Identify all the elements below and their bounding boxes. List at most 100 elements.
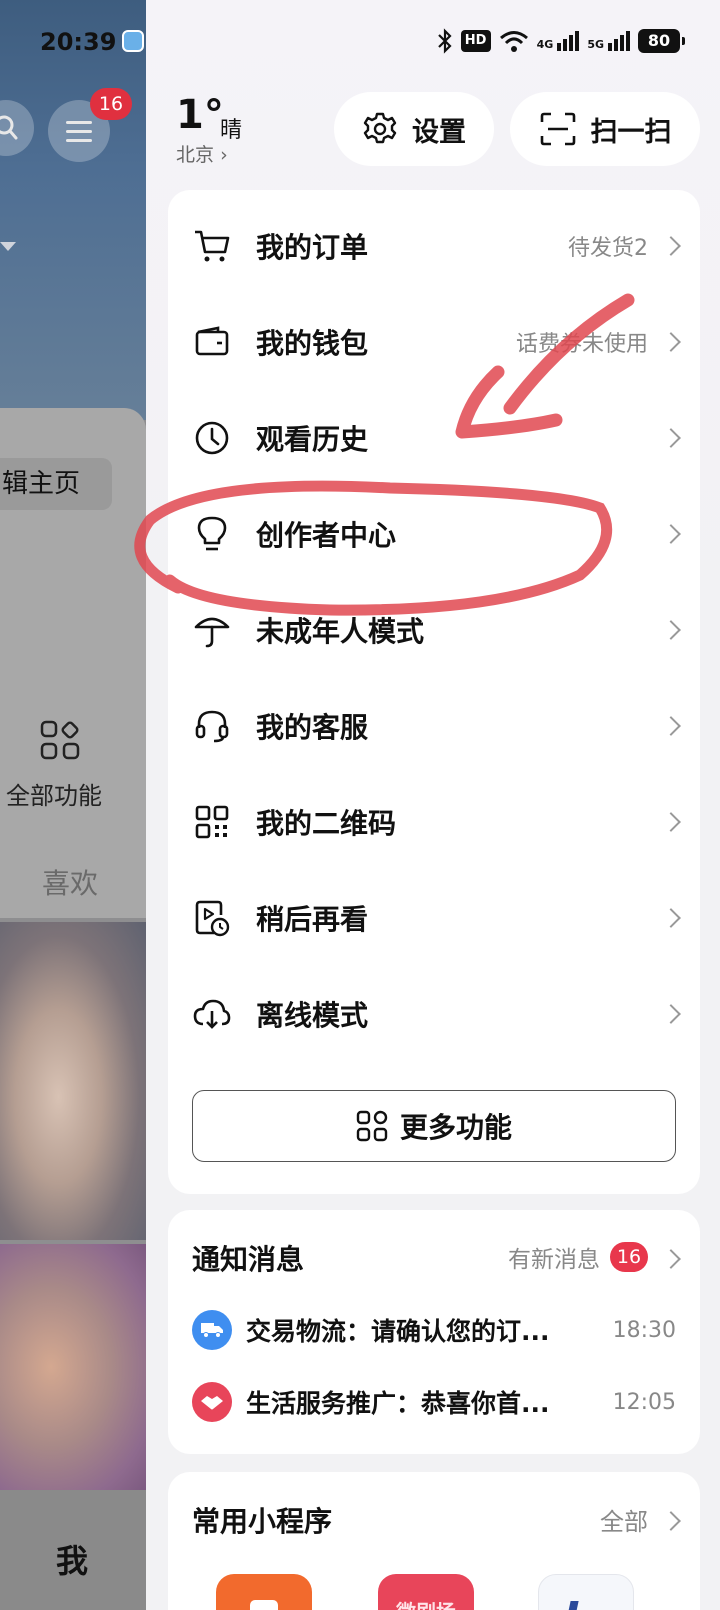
truck-icon (192, 1310, 232, 1350)
grid-icon (40, 720, 80, 764)
scan-label: 扫一扫 (590, 116, 672, 148)
chevron-right-icon (661, 524, 681, 544)
menu-item-customer-service[interactable]: 我的客服 (168, 678, 700, 774)
chevron-right-icon (661, 428, 681, 448)
notification-app-icon (122, 30, 144, 52)
mini-programs-card: 常用小程序 全部 微剧场 (168, 1472, 700, 1610)
notifications-new-link[interactable]: 有新消息 16 (508, 1240, 648, 1274)
status-time: 20:39 (40, 28, 117, 56)
chevron-right-icon: › (220, 144, 228, 166)
notification-text: 交易物流：请确认您的订... (246, 1317, 550, 1346)
settings-button[interactable]: 设置 (334, 92, 494, 166)
notification-item[interactable]: 生活服务推广：恭喜你首... 12:05 (192, 1378, 676, 1426)
bluetooth-icon (437, 28, 452, 54)
weather-condition: 晴 (220, 118, 243, 143)
menu-sub: 待发货2 (568, 236, 648, 261)
handshake-icon (192, 1382, 232, 1422)
lightbulb-icon (192, 514, 232, 554)
scan-icon (540, 112, 575, 146)
more-functions-label: 更多功能 (399, 1111, 512, 1144)
more-functions-button[interactable]: 更多功能 (192, 1090, 676, 1162)
like-tab[interactable]: 喜欢 (42, 862, 98, 902)
menu-item-minor-mode[interactable]: 未成年人模式 (168, 582, 700, 678)
chevron-right-icon (661, 1249, 681, 1269)
side-drawer: HD 4G 5G 80 1° 晴 北京 › 设置 扫一扫 我的订单 待发货2 我… (146, 0, 720, 1610)
menu-label: 观看历史 (256, 423, 369, 456)
mini-app-video[interactable] (216, 1574, 312, 1610)
umbrella-icon (192, 610, 232, 650)
notifications-badge: 16 (610, 1242, 648, 1272)
mini-programs-all-link[interactable]: 全部 (600, 1502, 648, 1537)
net-4g-label: 4G (536, 38, 554, 51)
caret-down-icon (0, 242, 16, 251)
signal-5g-icon: 5G (587, 31, 630, 51)
chevron-right-icon (661, 716, 681, 736)
menu-item-orders[interactable]: 我的订单 待发货2 (168, 198, 700, 294)
menu-item-wallet[interactable]: 我的钱包 话费券未使用 (168, 294, 700, 390)
edit-home-button[interactable]: 辑主页 (0, 458, 112, 510)
baby-photo-1[interactable] (0, 922, 146, 1240)
wallet-icon (192, 322, 232, 362)
wifi-icon (499, 31, 528, 52)
menu-item-history[interactable]: 观看历史 (168, 390, 700, 486)
menu-item-creator-center[interactable]: 创作者中心 (168, 486, 700, 582)
chevron-right-icon (661, 812, 681, 832)
menu-label: 创作者中心 (256, 519, 397, 552)
battery-icon: 80 (638, 29, 685, 53)
me-tab[interactable]: 我 (56, 1536, 88, 1582)
net-5g-label: 5G (587, 38, 604, 51)
menu-label: 我的订单 (256, 231, 369, 264)
weather-widget[interactable]: 1° 晴 北京 › (176, 92, 242, 167)
background-header (0, 0, 146, 420)
search-icon (0, 115, 18, 140)
cart-icon (192, 226, 232, 266)
signal-4g-icon: 4G (537, 31, 580, 51)
mini-app-drama-label: 微剧场 (378, 1596, 474, 1610)
notifications-title: 通知消息 (192, 1243, 305, 1276)
chevron-right-icon (661, 332, 681, 352)
clock-icon (192, 418, 232, 458)
menu-badge: 16 (90, 88, 132, 120)
menu-label: 我的二维码 (256, 807, 397, 840)
play-icon (250, 1600, 278, 1610)
chevron-right-icon (661, 908, 681, 928)
notification-time: 12:05 (612, 1389, 676, 1415)
hd-icon: HD (460, 30, 491, 52)
city-selector[interactable]: 北京 › (176, 140, 228, 167)
status-bar-icons: HD 4G 5G 80 (437, 28, 685, 54)
background-page: 20:39 16 辑主页 全部功能 喜欢 我 (0, 0, 146, 1610)
menu-item-watch-later[interactable]: 稍后再看 (168, 870, 700, 966)
mini-app-third[interactable] (538, 1574, 634, 1610)
new-messages-label: 有新消息 (508, 1247, 600, 1273)
all-functions-label[interactable]: 全部功能 (6, 776, 102, 811)
menu-card: 我的订单 待发货2 我的钱包 话费券未使用 观看历史 创作者中心 未成年人模式 … (168, 190, 700, 1194)
qrcode-icon (192, 802, 232, 842)
chevron-right-icon (661, 1511, 681, 1531)
grid-icon (356, 1110, 388, 1142)
watch-later-icon (192, 898, 232, 938)
gear-icon (363, 112, 397, 144)
menu-icon-line (66, 130, 92, 133)
menu-item-qrcode[interactable]: 我的二维码 (168, 774, 700, 870)
chevron-right-icon (661, 1004, 681, 1024)
notification-text: 生活服务推广：恭喜你首... (246, 1389, 550, 1418)
chevron-right-icon (661, 620, 681, 640)
menu-item-offline-mode[interactable]: 离线模式 (168, 966, 700, 1062)
mini-app-drama[interactable]: 微剧场 (378, 1574, 474, 1610)
menu-label: 稍后再看 (256, 903, 369, 936)
menu-icon (66, 121, 92, 124)
notification-item[interactable]: 交易物流：请确认您的订... 18:30 (192, 1306, 676, 1354)
menu-label: 我的钱包 (256, 327, 369, 360)
scan-button[interactable]: 扫一扫 (510, 92, 700, 166)
menu-label: 未成年人模式 (256, 615, 425, 648)
menu-icon-line (66, 139, 92, 142)
menu-sub: 话费券未使用 (515, 332, 648, 357)
app-logo-icon (563, 1601, 579, 1610)
settings-label: 设置 (412, 116, 466, 148)
chevron-right-icon (661, 236, 681, 256)
menu-label: 我的客服 (256, 711, 369, 744)
menu-label: 离线模式 (256, 999, 369, 1032)
mini-programs-title: 常用小程序 (192, 1505, 333, 1538)
cloud-download-icon (192, 994, 232, 1034)
baby-photo-2[interactable] (0, 1244, 146, 1490)
